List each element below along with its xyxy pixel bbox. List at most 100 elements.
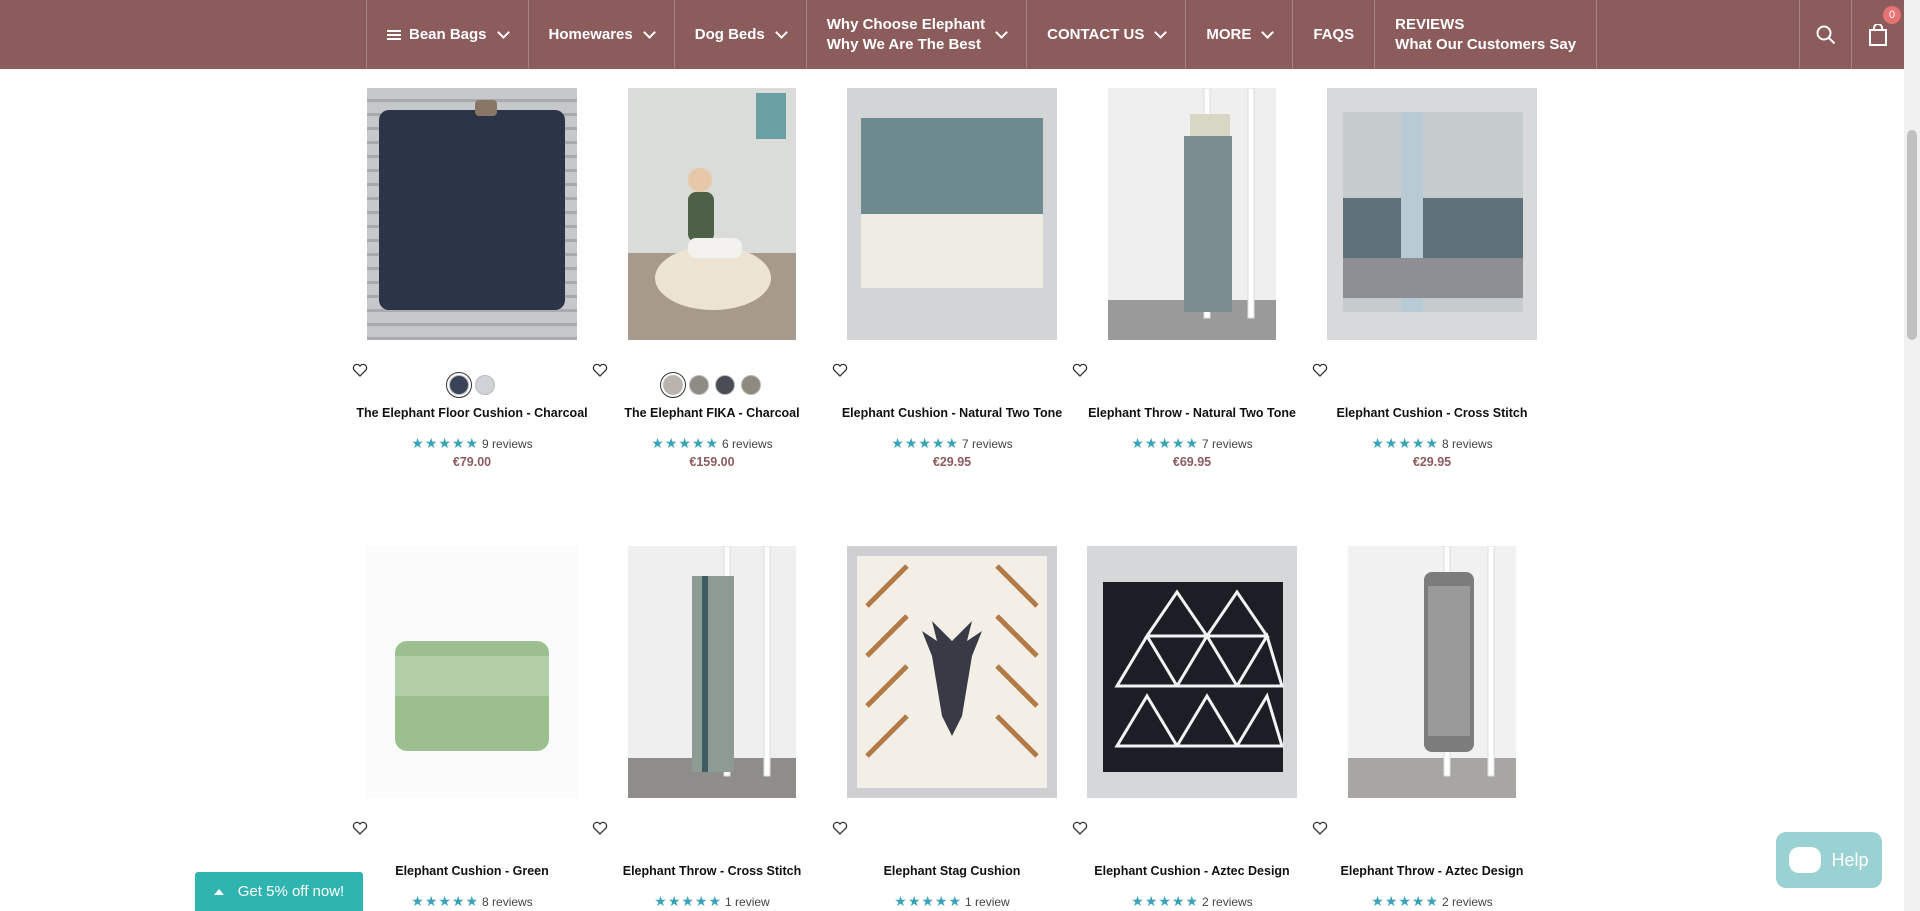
nav-label: FAQS [1313, 26, 1355, 43]
heart-icon[interactable] [1072, 362, 1088, 378]
color-swatches [352, 372, 592, 398]
product-rating[interactable]: ★★★★★ 7 reviews [1072, 435, 1312, 452]
product-image[interactable] [367, 546, 577, 798]
page-scrollbar[interactable] [1904, 0, 1920, 911]
color-swatch[interactable] [689, 375, 709, 395]
shopping-bag-icon [1868, 23, 1887, 46]
chevron-down-icon [1154, 25, 1168, 39]
product-price: €29.95 [1412, 455, 1452, 469]
product-name[interactable]: Elephant Cushion - Aztec Design [1072, 864, 1312, 878]
nav-bean-bags[interactable]: Bean Bags [366, 0, 529, 69]
product-name[interactable]: The Elephant FIKA - Charcoal [592, 406, 832, 420]
search-button[interactable] [1800, 0, 1852, 69]
nav-homewares[interactable]: Homewares [529, 0, 675, 69]
cart-count-badge: 0 [1883, 6, 1901, 24]
product-rating[interactable]: ★★★★★ 2 reviews [1312, 893, 1552, 910]
nav-label: MORE [1206, 26, 1252, 43]
nav-more[interactable]: MORE [1186, 0, 1294, 69]
product-image[interactable] [628, 88, 796, 340]
product-rating[interactable]: ★★★★★ 8 reviews [352, 893, 592, 910]
chevron-down-icon [642, 25, 656, 39]
product-name[interactable]: Elephant Cushion - Natural Two Tone [832, 406, 1072, 420]
product-name[interactable]: Elephant Throw - Aztec Design [1312, 864, 1552, 878]
promo-label: Get 5% off now! [237, 883, 345, 900]
product-name[interactable]: Elephant Throw - Cross Stitch [592, 864, 832, 878]
color-swatch[interactable] [741, 375, 761, 395]
product-image[interactable] [1108, 88, 1276, 340]
color-swatch[interactable] [446, 372, 472, 398]
product-image[interactable] [847, 88, 1057, 340]
product-name[interactable]: The Elephant Floor Cushion - Charcoal [352, 406, 592, 420]
top-navigation-bar: Bean Bags Homewares Dog Beds Why Choose … [0, 0, 1904, 69]
star-rating-icon: ★★★★★ [654, 893, 723, 909]
color-swatch[interactable] [715, 375, 735, 395]
product-name[interactable]: Elephant Cushion - Green [352, 864, 592, 878]
star-rating-icon: ★★★★★ [1371, 435, 1440, 451]
nav-label: Bean Bags [409, 26, 487, 43]
review-count: 2 reviews [1442, 894, 1493, 909]
nav-dog-beds[interactable]: Dog Beds [675, 0, 807, 69]
nav-why-choose[interactable]: Why Choose Elephant Why We Are The Best [807, 0, 1028, 69]
star-rating-icon: ★★★★★ [891, 435, 960, 451]
review-count: 7 reviews [1202, 436, 1253, 451]
review-count: 8 reviews [1442, 436, 1493, 451]
review-count: 2 reviews [1202, 894, 1253, 909]
heart-icon[interactable] [832, 820, 848, 836]
nav-reviews[interactable]: REVIEWS What Our Customers Say [1375, 0, 1598, 69]
nav-faqs[interactable]: FAQS [1293, 0, 1376, 69]
list-menu-icon [387, 28, 401, 42]
help-chat-button[interactable]: Help [1776, 832, 1882, 888]
star-rating-icon: ★★★★★ [1371, 893, 1440, 909]
color-swatches [592, 372, 832, 398]
heart-icon[interactable] [352, 820, 368, 836]
product-price: €79.00 [452, 455, 492, 469]
color-swatch[interactable] [660, 372, 686, 398]
discount-popup-button[interactable]: Get 5% off now! [195, 872, 363, 911]
chevron-up-icon [213, 888, 224, 895]
cart-button[interactable]: 0 [1852, 0, 1903, 69]
heart-icon[interactable] [592, 820, 608, 836]
product-name[interactable]: Elephant Stag Cushion [832, 864, 1072, 878]
nav-sublabel: Why We Are The Best [826, 35, 981, 53]
chevron-down-icon [995, 25, 1008, 39]
review-count: 1 review [965, 894, 1010, 909]
review-count: 6 reviews [722, 436, 773, 451]
product-image[interactable] [628, 546, 796, 798]
star-rating-icon: ★★★★★ [411, 435, 480, 451]
nav-label: Why Choose Elephant [826, 15, 986, 33]
product-rating[interactable]: ★★★★★ 6 reviews [592, 435, 832, 452]
chevron-down-icon [774, 25, 788, 39]
heart-icon[interactable] [1312, 362, 1328, 378]
nav-contact-us[interactable]: CONTACT US [1027, 0, 1187, 69]
product-rating[interactable]: ★★★★★ 8 reviews [1312, 435, 1552, 452]
product-rating[interactable]: ★★★★★ 1 review [832, 893, 1072, 910]
review-count: 7 reviews [962, 436, 1013, 451]
review-count: 8 reviews [482, 894, 533, 909]
product-image[interactable] [367, 88, 577, 340]
color-swatch[interactable] [475, 375, 495, 395]
product-name[interactable]: Elephant Cushion - Cross Stitch [1312, 406, 1552, 420]
scrollbar-thumb[interactable] [1907, 130, 1917, 340]
main-nav: Bean Bags Homewares Dog Beds Why Choose … [366, 0, 1598, 69]
product-image[interactable] [847, 546, 1057, 798]
product-price: €69.95 [1172, 455, 1212, 469]
heart-icon[interactable] [1312, 820, 1328, 836]
chevron-down-icon [496, 25, 510, 39]
product-image[interactable] [1087, 546, 1297, 798]
heart-icon[interactable] [832, 362, 848, 378]
product-rating[interactable]: ★★★★★ 1 review [592, 893, 832, 910]
heart-icon[interactable] [1072, 820, 1088, 836]
star-rating-icon: ★★★★★ [1131, 893, 1200, 909]
product-rating[interactable]: ★★★★★ 2 reviews [1072, 893, 1312, 910]
help-label: Help [1831, 849, 1869, 870]
product-image[interactable] [1327, 88, 1537, 340]
review-count: 1 review [725, 894, 770, 909]
product-image[interactable] [1348, 546, 1516, 798]
product-rating[interactable]: ★★★★★ 9 reviews [352, 435, 592, 452]
product-name[interactable]: Elephant Throw - Natural Two Tone [1072, 406, 1312, 420]
nav-label: CONTACT US [1047, 26, 1145, 43]
star-rating-icon: ★★★★★ [411, 893, 480, 909]
product-rating[interactable]: ★★★★★ 7 reviews [832, 435, 1072, 452]
nav-sublabel: What Our Customers Say [1395, 35, 1577, 53]
star-rating-icon: ★★★★★ [651, 435, 720, 451]
